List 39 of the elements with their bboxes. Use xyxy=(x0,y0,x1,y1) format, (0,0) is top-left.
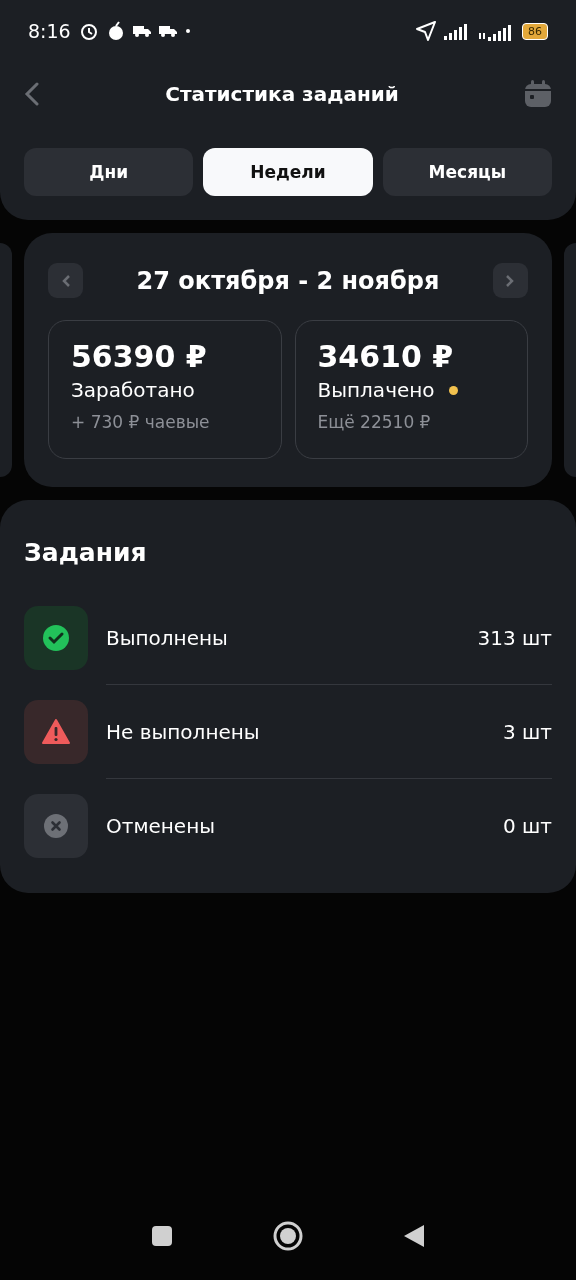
check-circle-icon xyxy=(42,624,70,652)
period-tab[interactable]: Месяцы xyxy=(382,148,552,196)
task-count: 3 шт xyxy=(502,719,552,744)
chevron-left-icon xyxy=(60,273,71,288)
card-label: Заработано xyxy=(71,378,195,402)
battery-indicator: 86 xyxy=(522,22,548,40)
task-status-label: Отменены xyxy=(106,814,216,838)
section-title: Задания xyxy=(24,538,148,567)
period-title: 27 октября - 2 ноября xyxy=(136,266,440,295)
clock: 8:16 xyxy=(28,20,71,42)
cross-circle-icon xyxy=(43,813,69,839)
amount: 34610 ₽ xyxy=(317,339,455,374)
task-status-label: Выполнены xyxy=(106,625,228,650)
next-button[interactable] xyxy=(493,263,528,298)
dot-icon xyxy=(184,28,191,34)
amount: 56390 ₽ xyxy=(71,339,208,374)
page-title: Статистика заданий xyxy=(165,82,399,106)
alarm-icon xyxy=(78,21,99,41)
period-tab[interactable]: Недели xyxy=(203,148,373,196)
card-note: Ещё 22510 ₽ xyxy=(317,412,432,432)
task-count: 313 шт xyxy=(477,625,552,650)
warning-icon xyxy=(42,719,70,745)
card-note: + 730 ₽ чаевые xyxy=(71,412,211,432)
card-label: Выплачено xyxy=(317,378,435,402)
truck-icon xyxy=(158,25,177,37)
truck-icon xyxy=(132,25,151,37)
location-arrow-icon xyxy=(416,21,436,41)
chevron-right-icon xyxy=(505,273,516,288)
back-icon[interactable] xyxy=(24,82,40,106)
task-count: 0 шт xyxy=(502,814,552,838)
home-icon[interactable] xyxy=(273,1221,303,1251)
previous-button[interactable] xyxy=(48,263,83,298)
task-status-label: Не выполнены xyxy=(106,719,260,744)
calendar-icon[interactable] xyxy=(524,80,552,108)
signal-icon xyxy=(444,22,470,40)
back-triangle-icon[interactable] xyxy=(403,1224,425,1248)
period-tab[interactable]: Дни xyxy=(24,148,194,196)
recents-icon[interactable] xyxy=(151,1225,173,1247)
fruit-icon xyxy=(106,21,125,41)
